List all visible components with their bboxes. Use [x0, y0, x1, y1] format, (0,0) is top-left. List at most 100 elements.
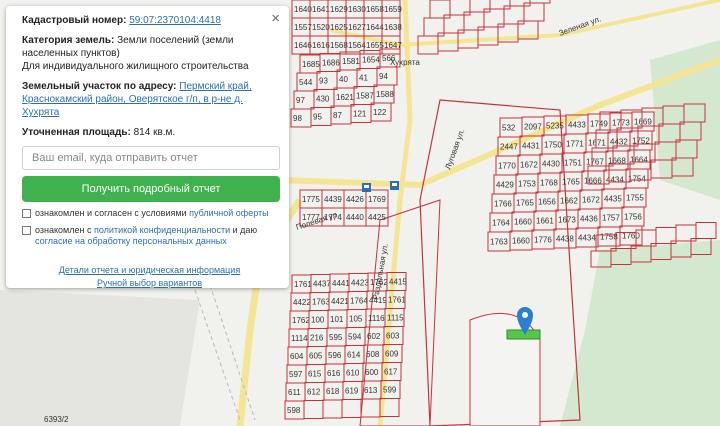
- parcel-number: 4436: [580, 215, 598, 224]
- parcel-number: 603: [386, 332, 400, 341]
- parcel-number: 4430: [542, 160, 560, 169]
- parcel-info-panel: × Кадастровый номер: 59:07:2370104:4418 …: [6, 6, 289, 288]
- parcel-number: 617: [384, 368, 398, 377]
- parcel-number: 4441: [332, 279, 350, 288]
- panel-links: Детали отчета и юридическая информация Р…: [22, 264, 277, 290]
- parcel-number: 614: [347, 351, 361, 360]
- parcel-number: 595: [329, 333, 343, 342]
- parcel-number: 97: [296, 96, 305, 105]
- close-icon[interactable]: ×: [271, 11, 280, 26]
- cadastral-number-row: Кадастровый номер: 59:07:2370104:4418: [22, 14, 277, 27]
- parcel-number: 122: [373, 108, 387, 117]
- parcel-number: 1764: [492, 219, 510, 228]
- industrial-area: [0, 290, 200, 426]
- address-row: Земельный участок по адресу: Пермский кр…: [22, 80, 277, 119]
- manual-selection-link[interactable]: Ручной выбор вариантов: [97, 278, 202, 288]
- parcel-number: 615: [308, 370, 322, 379]
- parcel-number: 1763: [490, 238, 508, 247]
- parcel-number: 1766: [494, 200, 512, 209]
- parcel-number: 1672: [520, 161, 538, 170]
- offer-consent-checkbox[interactable]: [22, 209, 31, 218]
- area-row: Уточненная площадь: 814 кв.м.: [22, 126, 277, 139]
- parcel-number: 94: [379, 72, 388, 81]
- bus-stop-icon: [390, 181, 399, 190]
- parcel-number: 1761: [388, 296, 406, 305]
- parcel-number: 1755: [626, 194, 644, 203]
- parcel-number: 4422: [293, 298, 311, 307]
- parcel-number: 1764: [350, 297, 368, 306]
- parcel-number: 41: [359, 74, 368, 83]
- parcel-number: 95: [313, 113, 322, 122]
- parcel-number: 1751: [564, 159, 582, 168]
- area-value: 814 кв.м.: [133, 127, 176, 138]
- parcel-number: 613: [364, 386, 378, 395]
- email-input[interactable]: Ваш email, куда отправить отчет: [22, 146, 280, 170]
- parcel-number: 4429: [496, 181, 514, 190]
- parcel-number: 616: [327, 369, 341, 378]
- parcel-number: 40: [339, 75, 348, 84]
- parcel-number: 1750: [544, 141, 562, 150]
- parcel-number: 597: [289, 370, 303, 379]
- parcel-number: 1767: [586, 158, 604, 167]
- parcel-number: 594: [348, 333, 362, 342]
- parcel-number: 1115: [387, 314, 404, 323]
- parcel-number: 1669: [634, 118, 652, 127]
- parcel-number: 2097: [524, 123, 542, 132]
- parcel-number: 4426: [346, 195, 364, 204]
- parcel-number: 544: [299, 78, 313, 87]
- privacy-policy-link[interactable]: политикой конфиденциальности: [94, 225, 230, 235]
- parcel-number: 1768: [540, 179, 558, 188]
- parcel-number: 604: [290, 352, 304, 361]
- bus-stop-icon: [362, 183, 371, 192]
- parcel-number: 1769: [368, 195, 386, 204]
- parcel-number: 596: [328, 351, 342, 360]
- offer-consent-text: ознакомлен и согласен с условиями: [35, 208, 187, 218]
- parcel-number: 4431: [522, 142, 540, 151]
- parcel-number: 610: [346, 369, 360, 378]
- parcel-number: 1765: [516, 199, 534, 208]
- parcel-number: 612: [307, 388, 321, 397]
- parcel-number: 619: [345, 387, 359, 396]
- parcel-number: 1672: [582, 196, 600, 205]
- parcel-number: 1621: [336, 93, 354, 102]
- parcel-number: 1581: [342, 57, 360, 66]
- parcel-number: 1775: [302, 195, 320, 204]
- parcel-number: 87: [333, 111, 342, 120]
- parcel-number: 1656: [538, 198, 556, 207]
- land-category-row: Категория земель: Земли поселений (земли…: [22, 34, 277, 73]
- parcel-number: 1685: [302, 60, 320, 69]
- parcel-number: 105: [349, 315, 363, 324]
- public-offer-link[interactable]: публичной оферты: [189, 208, 269, 218]
- report-details-link[interactable]: Детали отчета и юридическая информация: [59, 265, 240, 275]
- cadastral-number-label: Кадастровый номер:: [22, 15, 127, 26]
- parcel-number: 4439: [324, 195, 342, 204]
- parcel-number: 1638: [384, 23, 402, 32]
- street-label: Хухрята: [390, 58, 420, 67]
- parcel-number: 1686: [322, 59, 340, 68]
- privacy-consent-checkbox[interactable]: [22, 226, 31, 235]
- parcel-number: 1754: [628, 175, 646, 184]
- parcel-number: 4432: [610, 138, 628, 147]
- parcel-number: 121: [353, 110, 367, 119]
- offer-consent: ознакомлен и согласен с условиями публич…: [22, 208, 277, 219]
- parcel-number: 4435: [604, 195, 622, 204]
- parcel-number: 1757: [602, 214, 620, 223]
- land-use-value: Для индивидуального жилищного строительс…: [22, 61, 249, 72]
- cadastral-number-link[interactable]: 59:07:2370104:4418: [129, 15, 221, 26]
- parcel-number: 1770: [498, 162, 516, 171]
- area-label: Уточненная площадь:: [22, 127, 131, 138]
- land-category-label: Категория земель:: [22, 35, 115, 46]
- parcel-number: 93: [319, 77, 328, 86]
- parcel-number: 1765: [562, 178, 580, 187]
- parcel-label: 6393/2: [44, 415, 69, 424]
- parcel-number: 1761: [294, 280, 312, 289]
- parcel-number: 1662: [560, 197, 578, 206]
- parcel-number: 4433: [568, 121, 586, 130]
- parcel-number: 4434: [578, 234, 596, 243]
- personal-data-link[interactable]: согласие на обработку персональных данны…: [35, 236, 227, 246]
- privacy-consent-mid: и даю: [232, 225, 258, 235]
- parcel-number: 602: [367, 332, 381, 341]
- parcel-number: 1588: [376, 90, 394, 99]
- parcel-number: 1114: [291, 334, 308, 343]
- get-report-button[interactable]: Получить подробный отчет: [22, 176, 280, 202]
